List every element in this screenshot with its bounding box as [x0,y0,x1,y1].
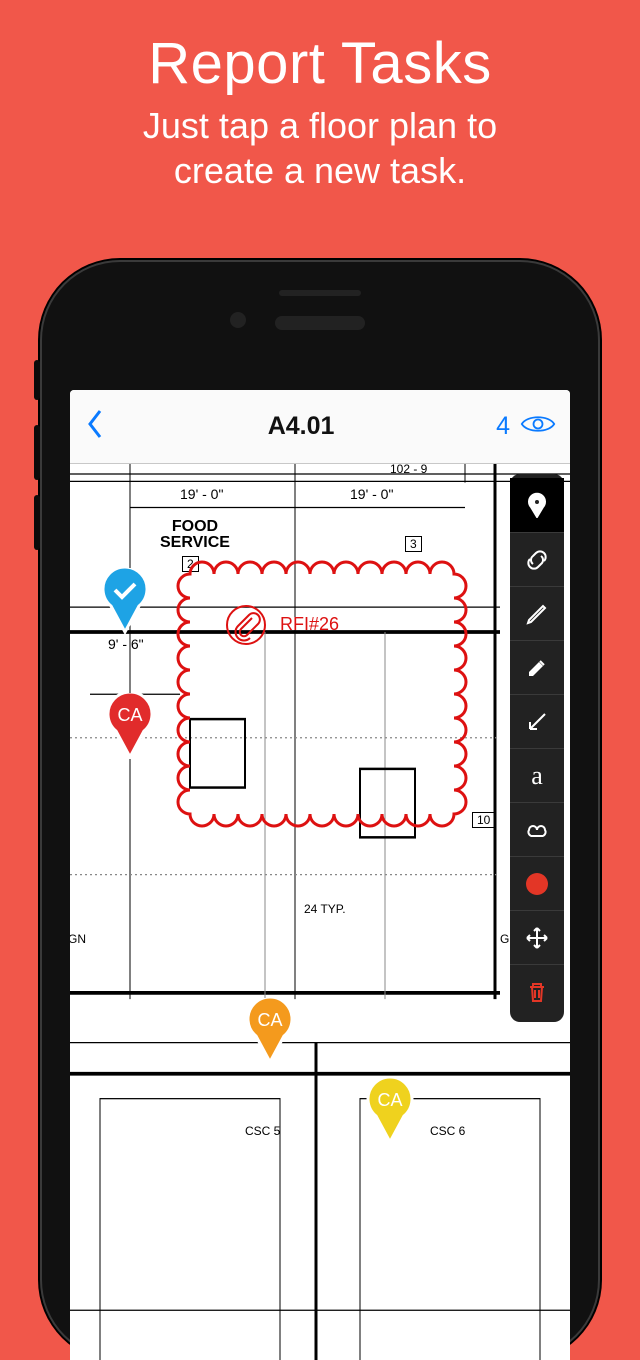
task-pin-ca-yellow[interactable]: CA [364,1078,416,1144]
arrow-tool[interactable] [510,694,564,748]
pencil-tool[interactable] [510,586,564,640]
color-tool[interactable] [510,856,564,910]
task-pin-ca-red[interactable]: CA [104,693,156,759]
promo-heading: Report Tasks Just tap a floor plan to cr… [0,0,640,193]
page-title: A4.01 [268,412,335,441]
pencil-icon [524,601,550,627]
text-icon: a [531,763,543,789]
promo-subtitle: Just tap a floor plan to create a new ta… [0,103,640,193]
cloud-markup[interactable] [175,559,485,859]
tag-3: 3 [405,536,422,552]
dim-mid: 9' - 6" [108,636,144,652]
annotation-label: RFI#26 [280,614,339,635]
floorplan-canvas[interactable]: 102 - 9 19' - 0" 19' - 0" 9' - 6" FOOD S… [70,464,570,1360]
visible-count: 4 [496,412,510,441]
dim-top: 102 - 9 [390,464,427,476]
paperclip-icon [225,604,267,646]
task-pin-ca-orange[interactable]: CA [244,998,296,1064]
pin-tool[interactable] [510,478,564,532]
color-swatch-icon [526,873,548,895]
trash-icon [524,979,550,1005]
move-icon [524,925,550,951]
link-tool[interactable] [510,532,564,586]
back-button[interactable] [84,407,106,446]
dim-right: 19' - 0" [350,486,393,502]
highlighter-icon [524,655,550,681]
volume-up-button [34,425,40,480]
gn-left: GN [70,932,86,946]
room-label: FOOD SERVICE [160,519,230,551]
highlighter-tool[interactable] [510,640,564,694]
navbar: A4.01 4 [70,390,570,464]
visibility-button[interactable] [520,412,556,441]
attachment-annotation[interactable] [225,604,267,651]
cloud-tool[interactable] [510,802,564,856]
markup-toolbar: a [510,474,564,1022]
app-screen: A4.01 4 [70,390,570,1360]
trash-tool[interactable] [510,964,564,1018]
phone-frame: A4.01 4 [40,260,600,1360]
arrow-icon [524,709,550,735]
cloud-icon [524,817,550,843]
chevron-left-icon [84,407,106,441]
task-pin-checked[interactable] [99,568,151,634]
tag-24: 24 TYP. [304,902,346,916]
link-icon [524,547,550,573]
move-tool[interactable] [510,910,564,964]
volume-down-button [34,495,40,550]
dim-left: 19' - 0" [180,486,223,502]
eye-icon [520,412,556,436]
text-tool[interactable]: a [510,748,564,802]
promo-title: Report Tasks [0,30,640,97]
pin-icon [524,492,550,518]
mute-switch [34,360,40,400]
